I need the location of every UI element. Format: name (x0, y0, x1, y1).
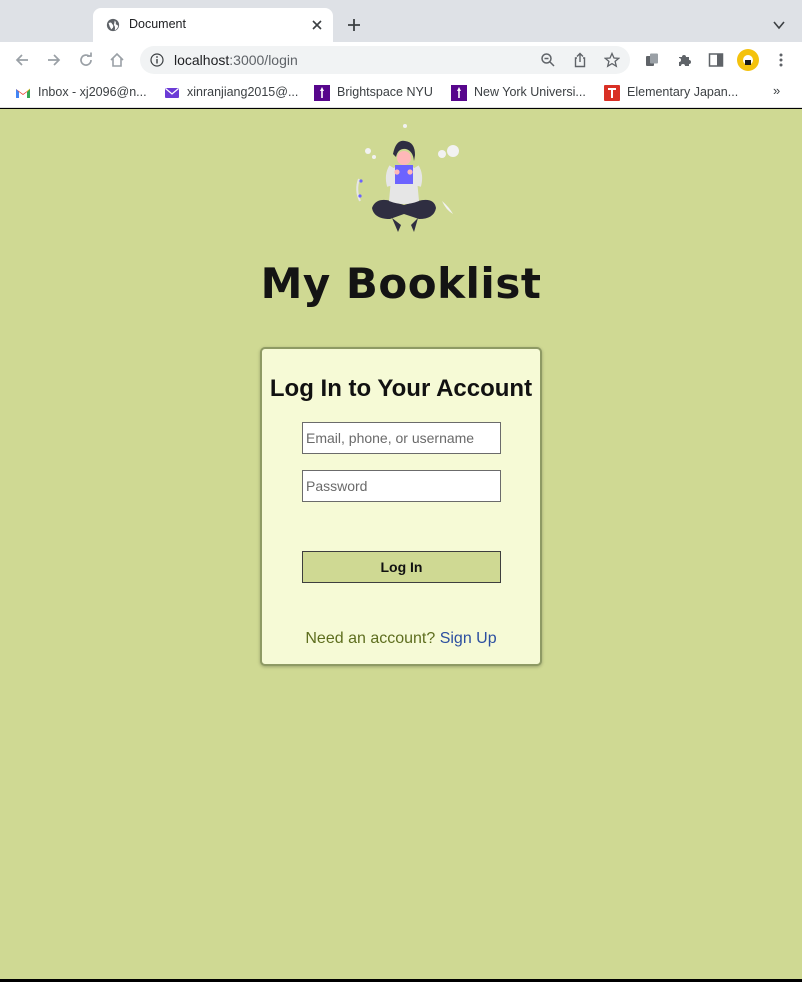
mail-icon (165, 88, 179, 98)
close-icon[interactable] (309, 17, 325, 33)
signup-row: Need an account? Sign Up (262, 630, 540, 648)
url-host: localhost (174, 52, 230, 68)
tab-strip: Document (0, 0, 802, 42)
bookmark-label: New York Universi... (474, 85, 586, 99)
nyu-icon (314, 85, 330, 101)
forward-icon[interactable] (45, 51, 63, 69)
tab-document[interactable]: Document (93, 8, 333, 42)
lock-icon (743, 55, 753, 65)
brand-title: My Booklist (260, 259, 542, 308)
menu-kebab-icon[interactable] (772, 51, 790, 69)
signup-prompt: Need an account? (305, 630, 436, 647)
new-tab-icon[interactable] (345, 16, 363, 34)
back-icon[interactable] (13, 51, 31, 69)
bookmarks-overflow-button[interactable]: » (773, 83, 780, 98)
reading-person-illustration (356, 124, 459, 232)
login-title: Log In to Your Account (269, 375, 533, 402)
reload-icon[interactable] (77, 51, 95, 69)
bookmark-label: Inbox - xj2096@n... (38, 85, 147, 99)
chevron-down-icon[interactable] (772, 18, 786, 32)
zoom-icon[interactable] (540, 52, 556, 68)
login-page: My Booklist Log In to Your Account Log I… (0, 109, 802, 979)
share-icon[interactable] (572, 52, 588, 68)
login-card: Log In to Your Account Log In Need an ac… (260, 347, 542, 666)
gmail-icon (16, 88, 30, 98)
t-icon (604, 85, 620, 101)
login-button[interactable]: Log In (302, 551, 501, 583)
signup-link[interactable]: Sign Up (440, 630, 497, 647)
globe-icon (106, 18, 120, 32)
side-panel-icon[interactable] (707, 51, 725, 69)
browser-toolbar: localhost:3000/login (0, 42, 802, 78)
url-path: :3000/login (229, 52, 298, 68)
profile-avatar[interactable] (737, 49, 759, 71)
nyu-icon (451, 85, 467, 101)
bookmark-label: xinranjiang2015@... (187, 85, 299, 99)
bookmark-label: Brightspace NYU (337, 85, 433, 99)
url-text: localhost:3000/login (174, 52, 298, 68)
puzzle-icon[interactable] (675, 51, 693, 69)
password-input[interactable] (302, 470, 501, 502)
address-bar[interactable]: localhost:3000/login (140, 46, 630, 74)
home-icon[interactable] (108, 51, 126, 69)
info-icon[interactable] (150, 53, 164, 67)
extension-copy-icon[interactable] (643, 51, 661, 69)
tab-title: Document (129, 17, 186, 31)
identifier-input[interactable] (302, 422, 501, 454)
star-icon[interactable] (604, 52, 620, 68)
bookmarks-bar: Inbox - xj2096@n... xinranjiang2015@... … (0, 78, 802, 108)
bookmark-label: Elementary Japan... (627, 85, 739, 99)
